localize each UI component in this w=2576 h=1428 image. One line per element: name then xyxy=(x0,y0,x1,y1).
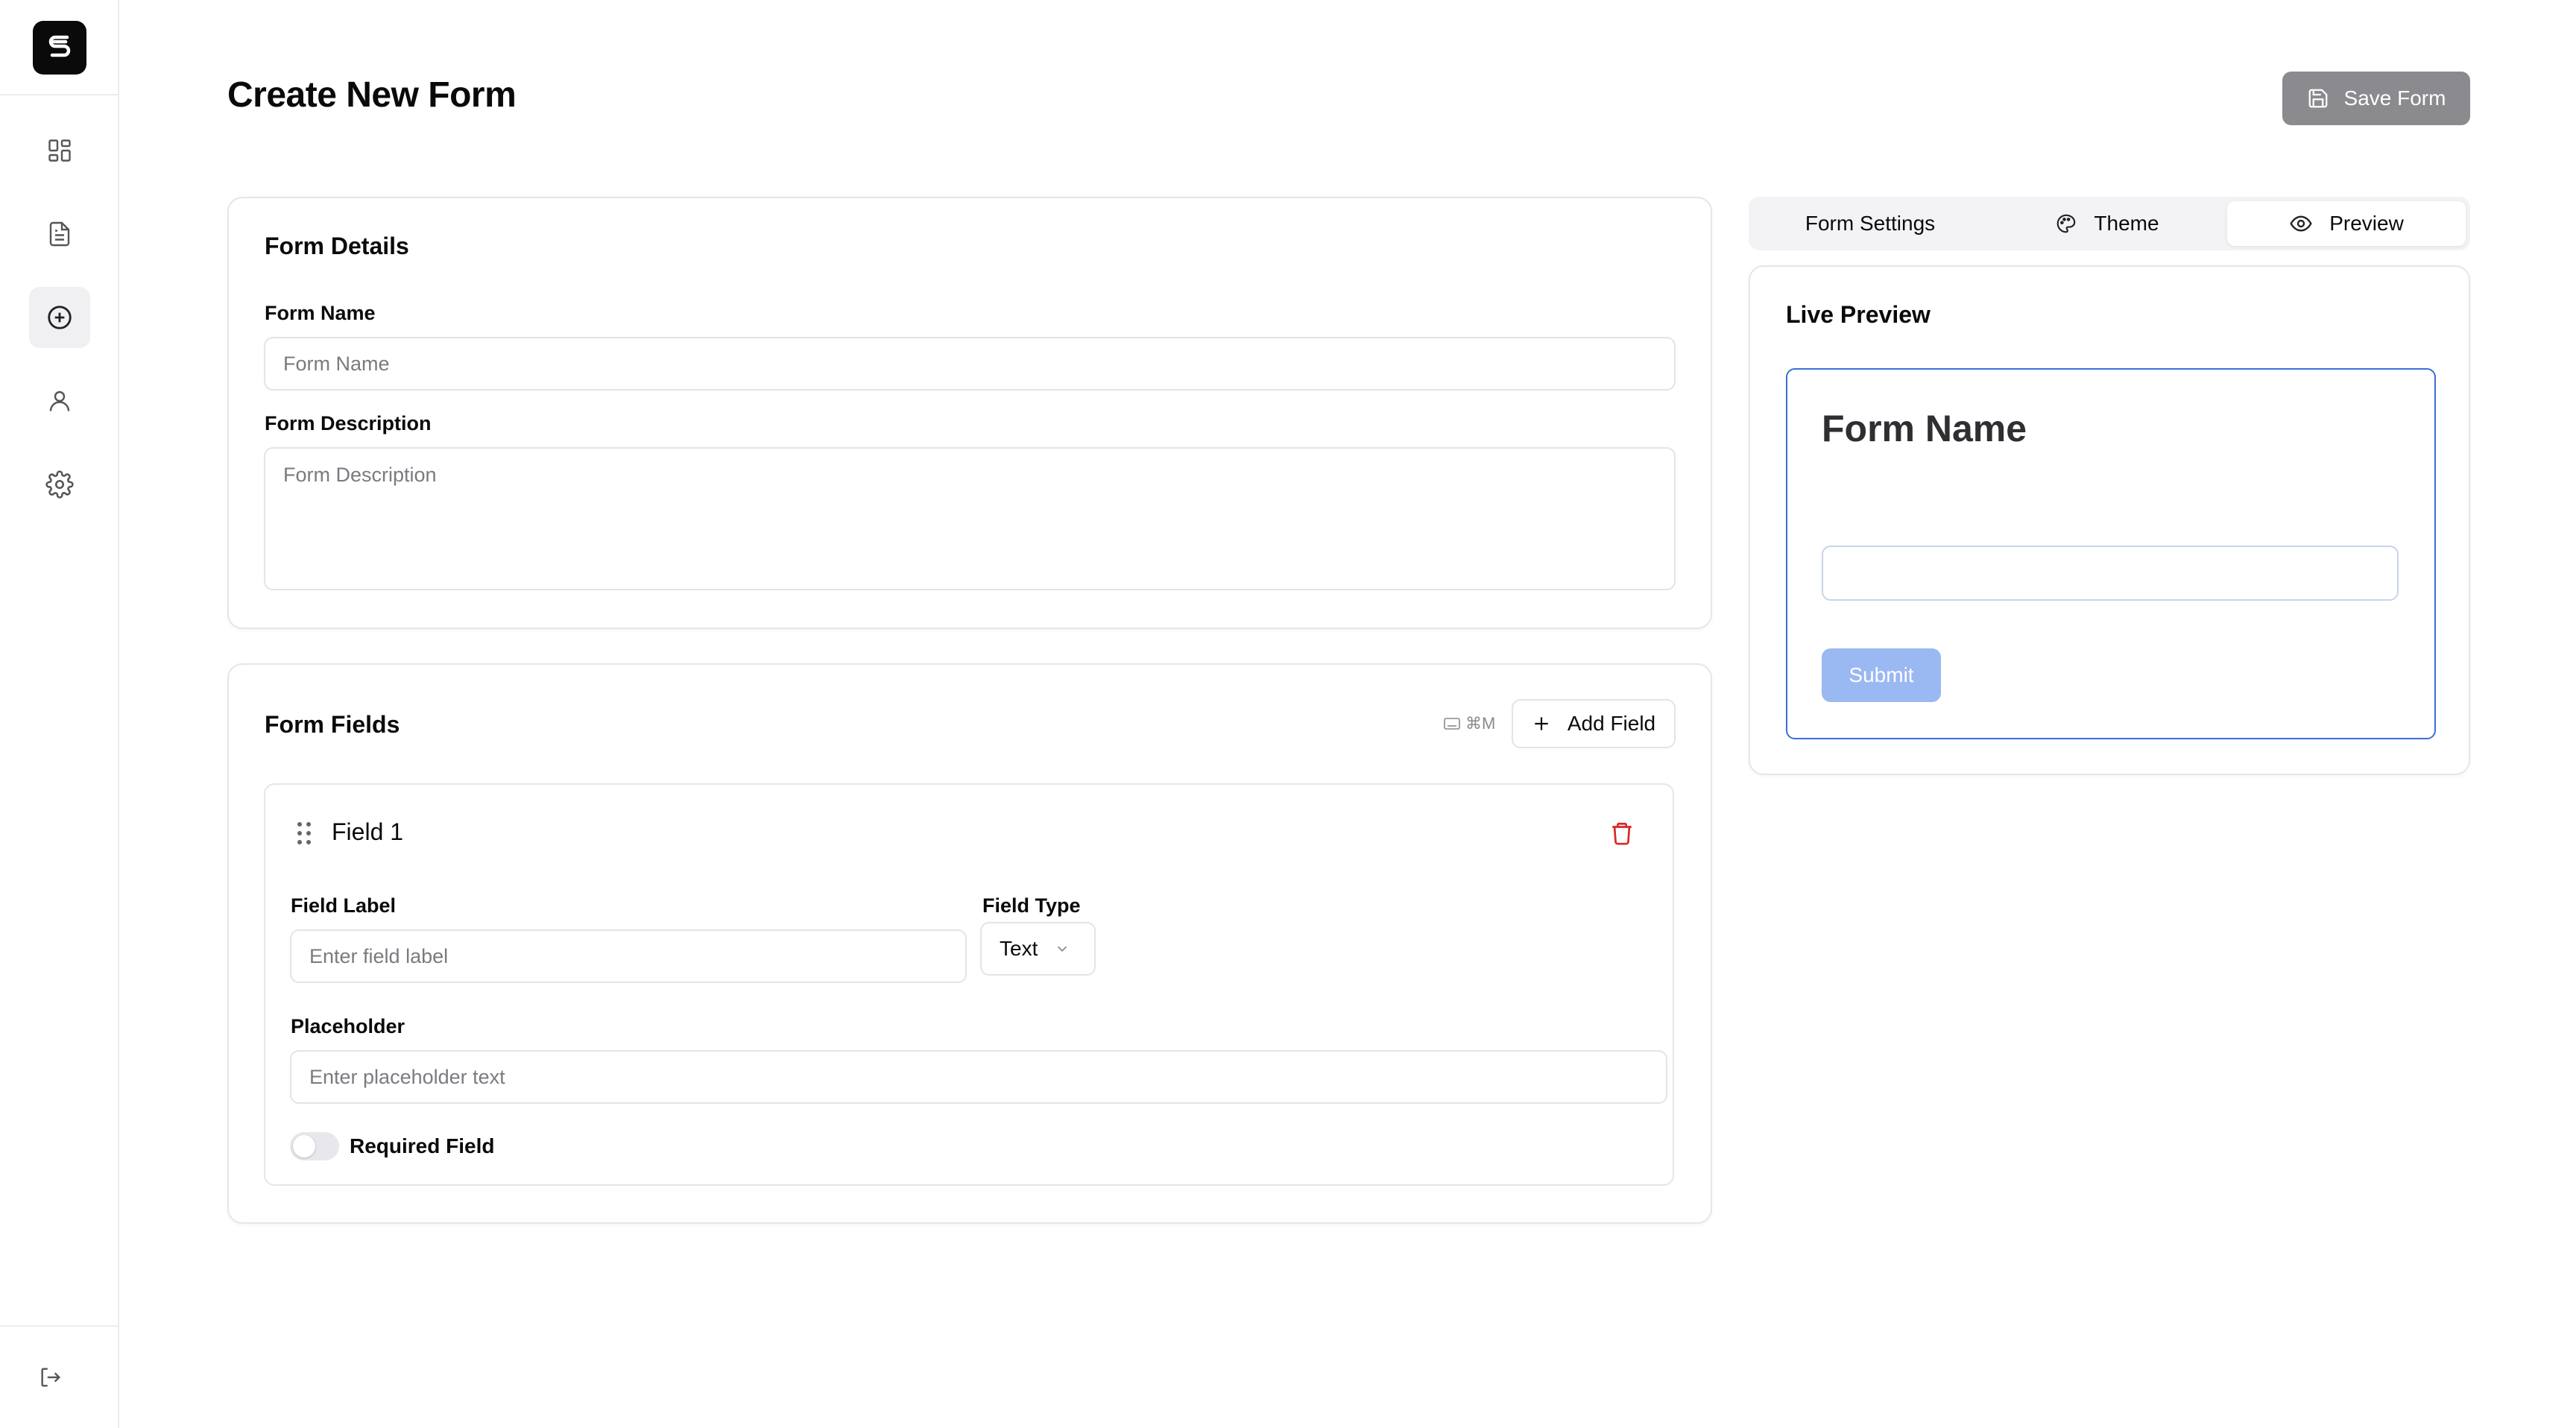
page-title: Create New Form xyxy=(227,75,517,115)
drag-handle-icon[interactable] xyxy=(294,820,315,847)
live-preview-title: Live Preview xyxy=(1786,301,1931,328)
dashboard-icon xyxy=(48,139,71,162)
sidebar-divider xyxy=(0,1325,118,1327)
form-details-title: Form Details xyxy=(265,233,409,259)
sidebar-item-dashboard[interactable] xyxy=(29,120,90,181)
tab-preview-label: Preview xyxy=(2329,212,2404,235)
eye-icon xyxy=(2290,215,2312,232)
sidebar-item-create[interactable] xyxy=(29,287,90,348)
logout-button[interactable] xyxy=(33,1359,69,1395)
preview-input[interactable] xyxy=(1822,546,2399,601)
app-root: Create New Form Save Form Form Details F… xyxy=(0,0,2576,1428)
gear-icon xyxy=(45,470,74,499)
form-name-input[interactable] xyxy=(264,337,1676,391)
tab-form-settings[interactable]: Form Settings xyxy=(1753,201,1987,246)
field-type-label: Field Type xyxy=(982,894,1081,917)
field-type-select[interactable]: Text xyxy=(980,922,1096,976)
form-name-label: Form Name xyxy=(265,302,376,324)
save-form-button[interactable]: Save Form xyxy=(2282,72,2470,125)
add-field-button[interactable]: Add Field xyxy=(1512,699,1676,748)
keyboard-shortcut-hint: ⌘M xyxy=(1443,714,1495,733)
preview-submit-button[interactable]: Submit xyxy=(1822,648,1941,702)
sidebar xyxy=(0,0,119,1428)
add-field-label: Add Field xyxy=(1567,712,1656,735)
palette-icon xyxy=(2057,214,2076,233)
placeholder-input[interactable] xyxy=(290,1050,1667,1104)
field-label-input[interactable] xyxy=(290,929,967,983)
save-icon xyxy=(2308,89,2327,108)
keyboard-icon xyxy=(1444,718,1460,730)
plus-circle-icon xyxy=(48,306,72,329)
field-type-value: Text xyxy=(1000,937,1038,960)
delete-field-button[interactable] xyxy=(1607,818,1637,848)
placeholder-label: Placeholder xyxy=(291,1015,405,1037)
chevron-down-icon xyxy=(1058,946,1067,952)
tab-theme[interactable]: Theme xyxy=(1989,201,2226,246)
form-fields-title: Form Fields xyxy=(265,711,400,738)
plus-icon xyxy=(1535,717,1548,730)
sidebar-divider xyxy=(0,94,118,95)
form-description-label: Form Description xyxy=(265,412,432,435)
document-icon xyxy=(49,221,70,247)
save-form-label: Save Form xyxy=(2343,86,2446,110)
tab-form-settings-label: Form Settings xyxy=(1805,212,1936,235)
preview-submit-label: Submit xyxy=(1849,663,1914,686)
preview-form-title: Form Name xyxy=(1822,408,2027,449)
form-description-input[interactable] xyxy=(264,447,1676,590)
brand-logo-icon[interactable] xyxy=(33,21,86,75)
logout-icon xyxy=(41,1368,61,1387)
required-field-label: Required Field xyxy=(350,1134,495,1157)
sidebar-item-forms[interactable] xyxy=(29,203,90,265)
sidebar-item-profile[interactable] xyxy=(29,370,90,432)
field-title: Field 1 xyxy=(332,818,404,845)
panel-tabs: Form Settings Theme Preview xyxy=(1749,197,2470,250)
trash-icon xyxy=(1612,822,1632,845)
field-card xyxy=(264,783,1674,1186)
required-toggle[interactable] xyxy=(290,1132,339,1160)
shortcut-text: ⌘M xyxy=(1465,714,1496,733)
toggle-knob xyxy=(293,1135,315,1157)
sidebar-item-settings[interactable] xyxy=(29,454,90,515)
user-icon xyxy=(49,391,70,411)
tab-theme-label: Theme xyxy=(2094,212,2159,235)
field-label-label: Field Label xyxy=(291,894,397,917)
tab-preview[interactable]: Preview xyxy=(2227,201,2466,246)
